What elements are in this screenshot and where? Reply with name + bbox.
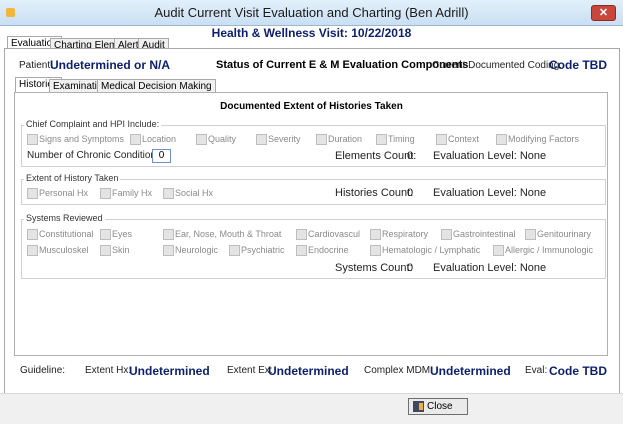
patient-label: Patient: xyxy=(19,60,53,71)
systems-reviewed-title: Systems Reviewed xyxy=(24,213,105,223)
elements-count-value: 0 xyxy=(407,150,414,162)
systems-count-label: Systems Count: xyxy=(335,262,413,274)
histories-eval-level: Evaluation Level: None xyxy=(433,187,547,199)
chief-complaint-title: Chief Complaint and HPI Include: xyxy=(24,119,162,129)
duration-checkbox[interactable] xyxy=(316,134,327,145)
extent-hx-label: Extent Hx: xyxy=(85,365,132,376)
signs-symptoms-checkbox[interactable] xyxy=(27,134,38,145)
elements-count-label: Elements Count: xyxy=(335,150,417,162)
duration-label: Duration xyxy=(328,134,363,144)
social-hx-label: Social Hx xyxy=(175,188,214,198)
eval-value: Code TBD xyxy=(549,364,607,378)
modifying-factors-checkbox[interactable] xyxy=(496,134,507,145)
severity-label: Severity xyxy=(268,134,301,144)
neurologic-checkbox[interactable] xyxy=(163,245,174,256)
timing-checkbox[interactable] xyxy=(376,134,387,145)
close-button[interactable]: Close xyxy=(408,398,468,415)
context-label: Context xyxy=(448,134,480,144)
histories-count-label: Histories Count: xyxy=(335,187,414,199)
ent-checkbox[interactable] xyxy=(163,229,174,240)
gastrointestinal-checkbox[interactable] xyxy=(441,229,452,240)
psychiatric-label: Psychiatric xyxy=(241,245,285,255)
constitutional-checkbox[interactable] xyxy=(27,229,38,240)
neurologic-label: Neurologic xyxy=(175,245,219,255)
endocrine-label: Endocrine xyxy=(308,245,349,255)
extent-ex-label: Extent Ex: xyxy=(227,365,273,376)
cardiovascular-checkbox[interactable] xyxy=(296,229,307,240)
patient-value: Undetermined or N/A xyxy=(50,58,171,72)
histories-count-value: 0 xyxy=(407,187,414,199)
bottom-bar xyxy=(0,393,623,424)
allergic-label: Allergic / Immunologic xyxy=(505,245,594,255)
systems-eval-level: Evaluation Level: None xyxy=(433,262,547,274)
gastrointestinal-label: Gastrointestinal xyxy=(453,229,516,239)
window-title: Audit Current Visit Evaluation and Chart… xyxy=(154,5,469,20)
extent-hx-value: Undetermined xyxy=(129,364,210,378)
door-exit-icon xyxy=(413,400,424,412)
personal-hx-label: Personal Hx xyxy=(39,188,89,198)
hematologic-checkbox[interactable] xyxy=(370,245,381,256)
chronic-conditions-input[interactable]: 0 xyxy=(152,149,171,163)
history-taken-title: Extent of History Taken xyxy=(24,173,121,183)
eyes-label: Eyes xyxy=(112,229,133,239)
chronic-conditions-label: Number of Chronic Conditions: xyxy=(27,150,164,161)
complex-mdm-value: Undetermined xyxy=(430,364,511,378)
genitourinary-label: Genitourinary xyxy=(537,229,592,239)
respiratory-label: Respiratory xyxy=(382,229,429,239)
guideline-label: Guideline: xyxy=(20,365,66,376)
musculoskeletal-label: Musculoskel xyxy=(39,245,89,255)
family-hx-label: Family Hx xyxy=(112,188,152,198)
tab-medical-decision-making[interactable]: Medical Decision Making xyxy=(97,79,216,93)
context-checkbox[interactable] xyxy=(436,134,447,145)
signs-symptoms-label: Signs and Symptoms xyxy=(39,134,125,144)
complex-mdm-label: Complex MDM: xyxy=(364,365,433,376)
ent-label: Ear, Nose, Mouth & Throat xyxy=(175,229,282,239)
extent-ex-value: Undetermined xyxy=(268,364,349,378)
social-hx-checkbox[interactable] xyxy=(163,188,174,199)
elements-eval-level: Evaluation Level: None xyxy=(433,150,547,162)
section-title: Documented Extent of Histories Taken xyxy=(220,101,403,112)
musculoskeletal-checkbox[interactable] xyxy=(27,245,38,256)
quality-checkbox[interactable] xyxy=(196,134,207,145)
close-button-label: Close xyxy=(427,401,453,412)
genitourinary-checkbox[interactable] xyxy=(525,229,536,240)
allergic-checkbox[interactable] xyxy=(493,245,504,256)
timing-label: Timing xyxy=(388,134,415,144)
endocrine-checkbox[interactable] xyxy=(296,245,307,256)
window-close-button[interactable]: ✕ xyxy=(591,5,616,21)
psychiatric-checkbox[interactable] xyxy=(229,245,240,256)
coding-label: Current Documented Coding: xyxy=(432,60,563,71)
location-label: Location xyxy=(142,134,177,144)
respiratory-checkbox[interactable] xyxy=(370,229,381,240)
coding-value: Code TBD xyxy=(549,58,607,72)
location-checkbox[interactable] xyxy=(130,134,141,145)
severity-checkbox[interactable] xyxy=(256,134,267,145)
skin-checkbox[interactable] xyxy=(100,245,111,256)
quality-label: Quality xyxy=(208,134,237,144)
skin-label: Skin xyxy=(112,245,130,255)
status-title: Status of Current E & M Evaluation Compo… xyxy=(216,59,469,71)
modifying-factors-label: Modifying Factors xyxy=(508,134,580,144)
cardiovascular-label: Cardiovascul xyxy=(308,229,361,239)
eval-label: Eval: xyxy=(525,365,548,376)
personal-hx-checkbox[interactable] xyxy=(27,188,38,199)
constitutional-label: Constitutional xyxy=(39,229,94,239)
systems-count-value: 0 xyxy=(407,262,414,274)
eyes-checkbox[interactable] xyxy=(100,229,111,240)
hematologic-label: Hematologic / Lymphatic xyxy=(382,245,481,255)
family-hx-checkbox[interactable] xyxy=(100,188,111,199)
